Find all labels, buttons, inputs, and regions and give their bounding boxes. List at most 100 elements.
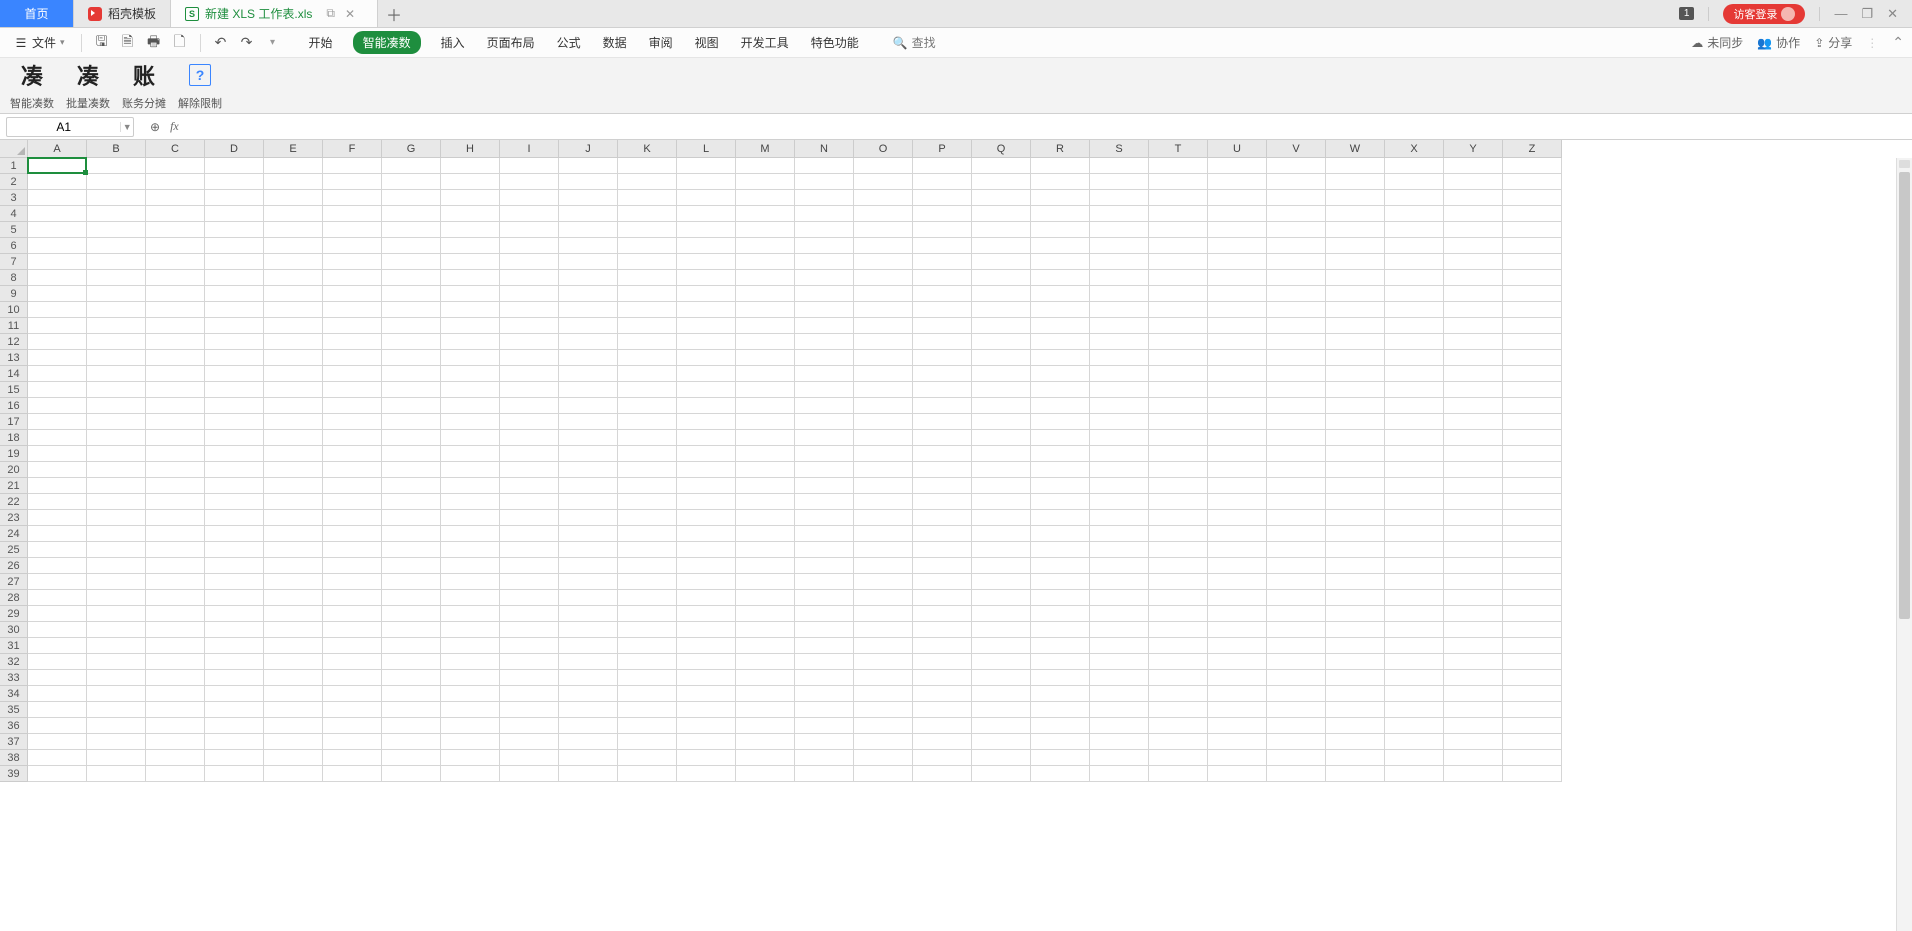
cell[interactable] bbox=[323, 478, 382, 494]
cell[interactable] bbox=[677, 638, 736, 654]
cell[interactable] bbox=[1503, 686, 1562, 702]
cell[interactable] bbox=[1090, 222, 1149, 238]
cell[interactable] bbox=[854, 398, 913, 414]
cell[interactable] bbox=[87, 286, 146, 302]
cell[interactable] bbox=[1326, 174, 1385, 190]
cell[interactable] bbox=[87, 430, 146, 446]
cell[interactable] bbox=[28, 478, 87, 494]
cell[interactable] bbox=[382, 446, 441, 462]
cell[interactable] bbox=[559, 190, 618, 206]
cell[interactable] bbox=[795, 366, 854, 382]
cell[interactable] bbox=[913, 654, 972, 670]
cell[interactable] bbox=[795, 334, 854, 350]
row-header[interactable]: 12 bbox=[0, 334, 28, 350]
cell[interactable] bbox=[264, 366, 323, 382]
cell[interactable] bbox=[1326, 622, 1385, 638]
cell[interactable] bbox=[205, 734, 264, 750]
cell[interactable] bbox=[795, 158, 854, 174]
cell[interactable] bbox=[1503, 446, 1562, 462]
cell[interactable] bbox=[1503, 654, 1562, 670]
cell[interactable] bbox=[500, 558, 559, 574]
cell[interactable] bbox=[264, 606, 323, 622]
cell[interactable] bbox=[382, 542, 441, 558]
cell[interactable] bbox=[1267, 510, 1326, 526]
cell[interactable] bbox=[1385, 558, 1444, 574]
cell[interactable] bbox=[795, 478, 854, 494]
cell[interactable] bbox=[323, 158, 382, 174]
cell[interactable] bbox=[972, 382, 1031, 398]
cell[interactable] bbox=[913, 750, 972, 766]
cell[interactable] bbox=[382, 494, 441, 510]
cell[interactable] bbox=[323, 558, 382, 574]
column-header[interactable]: L bbox=[677, 140, 736, 158]
cell[interactable] bbox=[1031, 318, 1090, 334]
cell[interactable] bbox=[677, 478, 736, 494]
cell[interactable] bbox=[1444, 670, 1503, 686]
cell[interactable] bbox=[146, 414, 205, 430]
cell[interactable] bbox=[1208, 366, 1267, 382]
cell[interactable] bbox=[618, 206, 677, 222]
cell[interactable] bbox=[264, 526, 323, 542]
cell[interactable] bbox=[1090, 286, 1149, 302]
cell[interactable] bbox=[1267, 670, 1326, 686]
cell[interactable] bbox=[441, 174, 500, 190]
cell[interactable] bbox=[1208, 254, 1267, 270]
cell[interactable] bbox=[677, 590, 736, 606]
cell[interactable] bbox=[795, 190, 854, 206]
cell[interactable] bbox=[854, 286, 913, 302]
cell[interactable] bbox=[618, 174, 677, 190]
cell[interactable] bbox=[1326, 510, 1385, 526]
cell[interactable] bbox=[382, 718, 441, 734]
cell[interactable] bbox=[736, 766, 795, 782]
cell[interactable] bbox=[87, 622, 146, 638]
cell[interactable] bbox=[1149, 254, 1208, 270]
cell[interactable] bbox=[559, 254, 618, 270]
cell[interactable] bbox=[736, 622, 795, 638]
cell[interactable] bbox=[1503, 558, 1562, 574]
cell[interactable] bbox=[264, 222, 323, 238]
cell[interactable] bbox=[500, 526, 559, 542]
cell[interactable] bbox=[913, 766, 972, 782]
cell[interactable] bbox=[28, 446, 87, 462]
cell[interactable] bbox=[1444, 398, 1503, 414]
cell[interactable] bbox=[323, 206, 382, 222]
cell[interactable] bbox=[559, 446, 618, 462]
menu-features[interactable]: 特色功能 bbox=[809, 30, 861, 55]
cell[interactable] bbox=[1444, 510, 1503, 526]
cell[interactable] bbox=[972, 606, 1031, 622]
cell[interactable] bbox=[854, 574, 913, 590]
cell[interactable] bbox=[795, 750, 854, 766]
cell[interactable] bbox=[323, 542, 382, 558]
cell[interactable] bbox=[323, 494, 382, 510]
cell[interactable] bbox=[1326, 190, 1385, 206]
cell[interactable] bbox=[913, 302, 972, 318]
cell[interactable] bbox=[87, 350, 146, 366]
cell[interactable] bbox=[1385, 606, 1444, 622]
cell[interactable] bbox=[323, 366, 382, 382]
cell[interactable] bbox=[28, 430, 87, 446]
cell[interactable] bbox=[913, 462, 972, 478]
cell[interactable] bbox=[441, 670, 500, 686]
cell[interactable] bbox=[1326, 526, 1385, 542]
cell[interactable] bbox=[264, 158, 323, 174]
column-header[interactable]: M bbox=[736, 140, 795, 158]
cell[interactable] bbox=[1326, 286, 1385, 302]
cell[interactable] bbox=[1090, 398, 1149, 414]
cell[interactable] bbox=[1149, 382, 1208, 398]
cell[interactable] bbox=[736, 702, 795, 718]
cell[interactable] bbox=[1031, 718, 1090, 734]
cell[interactable] bbox=[1444, 446, 1503, 462]
cell[interactable] bbox=[1503, 190, 1562, 206]
cell[interactable] bbox=[972, 558, 1031, 574]
cell[interactable] bbox=[500, 766, 559, 782]
cell[interactable] bbox=[1090, 526, 1149, 542]
cell[interactable] bbox=[1444, 734, 1503, 750]
cell[interactable] bbox=[795, 238, 854, 254]
cell[interactable] bbox=[264, 190, 323, 206]
cell[interactable] bbox=[146, 286, 205, 302]
cell[interactable] bbox=[1503, 494, 1562, 510]
cell[interactable] bbox=[1149, 542, 1208, 558]
cell[interactable] bbox=[1385, 686, 1444, 702]
cell[interactable] bbox=[146, 622, 205, 638]
cell[interactable] bbox=[618, 478, 677, 494]
